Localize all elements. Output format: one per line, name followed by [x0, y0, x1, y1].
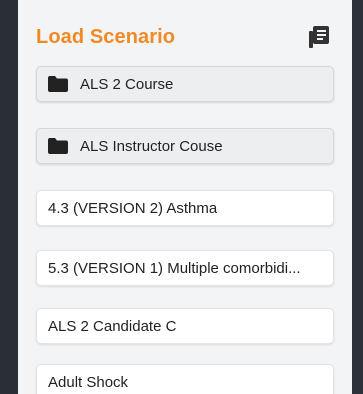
folder-label: ALS Instructor Couse	[80, 137, 223, 155]
scenario-label: 4.3 (VERSION 2) Asthma	[48, 199, 218, 217]
scenario-label: Adult Shock	[48, 373, 129, 391]
scenario-item[interactable]: Adult Shock	[36, 364, 334, 394]
folder-item-als-instructor-couse[interactable]: ALS Instructor Couse	[36, 128, 334, 164]
backdrop-left	[0, 0, 18, 394]
scenario-label: 5.3 (VERSION 1) Multiple comorbidi...	[48, 259, 301, 277]
folder-icon	[48, 76, 68, 92]
panel-title: Load Scenario	[36, 26, 176, 48]
folder-label: ALS 2 Course	[80, 75, 174, 93]
backdrop-right	[352, 0, 363, 394]
folder-item-als-2-course[interactable]: ALS 2 Course	[36, 66, 334, 102]
folder-icon	[48, 138, 68, 154]
load-scenario-panel: Load Scenario ALS 2 Course ALS Instructo…	[18, 0, 352, 394]
list-icon[interactable]	[308, 25, 330, 49]
scenario-item[interactable]: 5.3 (VERSION 1) Multiple comorbidi...	[36, 250, 334, 286]
scenario-label: ALS 2 Candidate C	[48, 317, 177, 335]
scenario-item[interactable]: ALS 2 Candidate C	[36, 308, 334, 344]
scenario-item[interactable]: 4.3 (VERSION 2) Asthma	[36, 190, 334, 226]
